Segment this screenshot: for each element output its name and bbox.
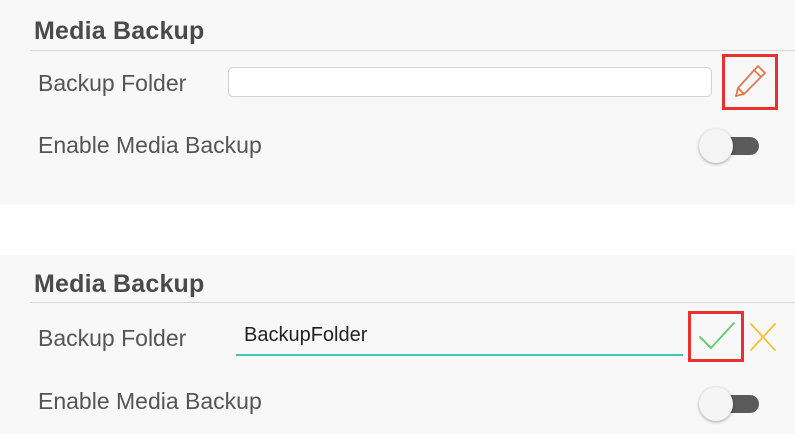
toggle-knob <box>699 129 733 163</box>
enable-media-backup-label: Enable Media Backup <box>38 132 262 158</box>
pencil-icon[interactable] <box>728 60 772 104</box>
section-title: Media Backup <box>34 270 205 298</box>
backup-folder-label: Backup Folder <box>38 70 187 96</box>
divider <box>30 302 795 303</box>
toggle-knob <box>699 387 733 421</box>
enable-media-backup-label: Enable Media Backup <box>38 388 262 414</box>
section-title: Media Backup <box>34 17 205 45</box>
backup-folder-label: Backup Folder <box>38 325 187 351</box>
enable-media-backup-toggle[interactable] <box>699 387 761 421</box>
backup-folder-input[interactable]: BackupFolder <box>236 318 683 356</box>
backup-folder-field[interactable] <box>228 67 712 97</box>
divider <box>30 50 795 51</box>
media-backup-panel-view: Media Backup Backup Folder Enable Media … <box>0 0 795 205</box>
close-icon[interactable] <box>745 318 779 356</box>
check-icon[interactable] <box>692 315 740 358</box>
enable-media-backup-toggle[interactable] <box>699 129 761 163</box>
